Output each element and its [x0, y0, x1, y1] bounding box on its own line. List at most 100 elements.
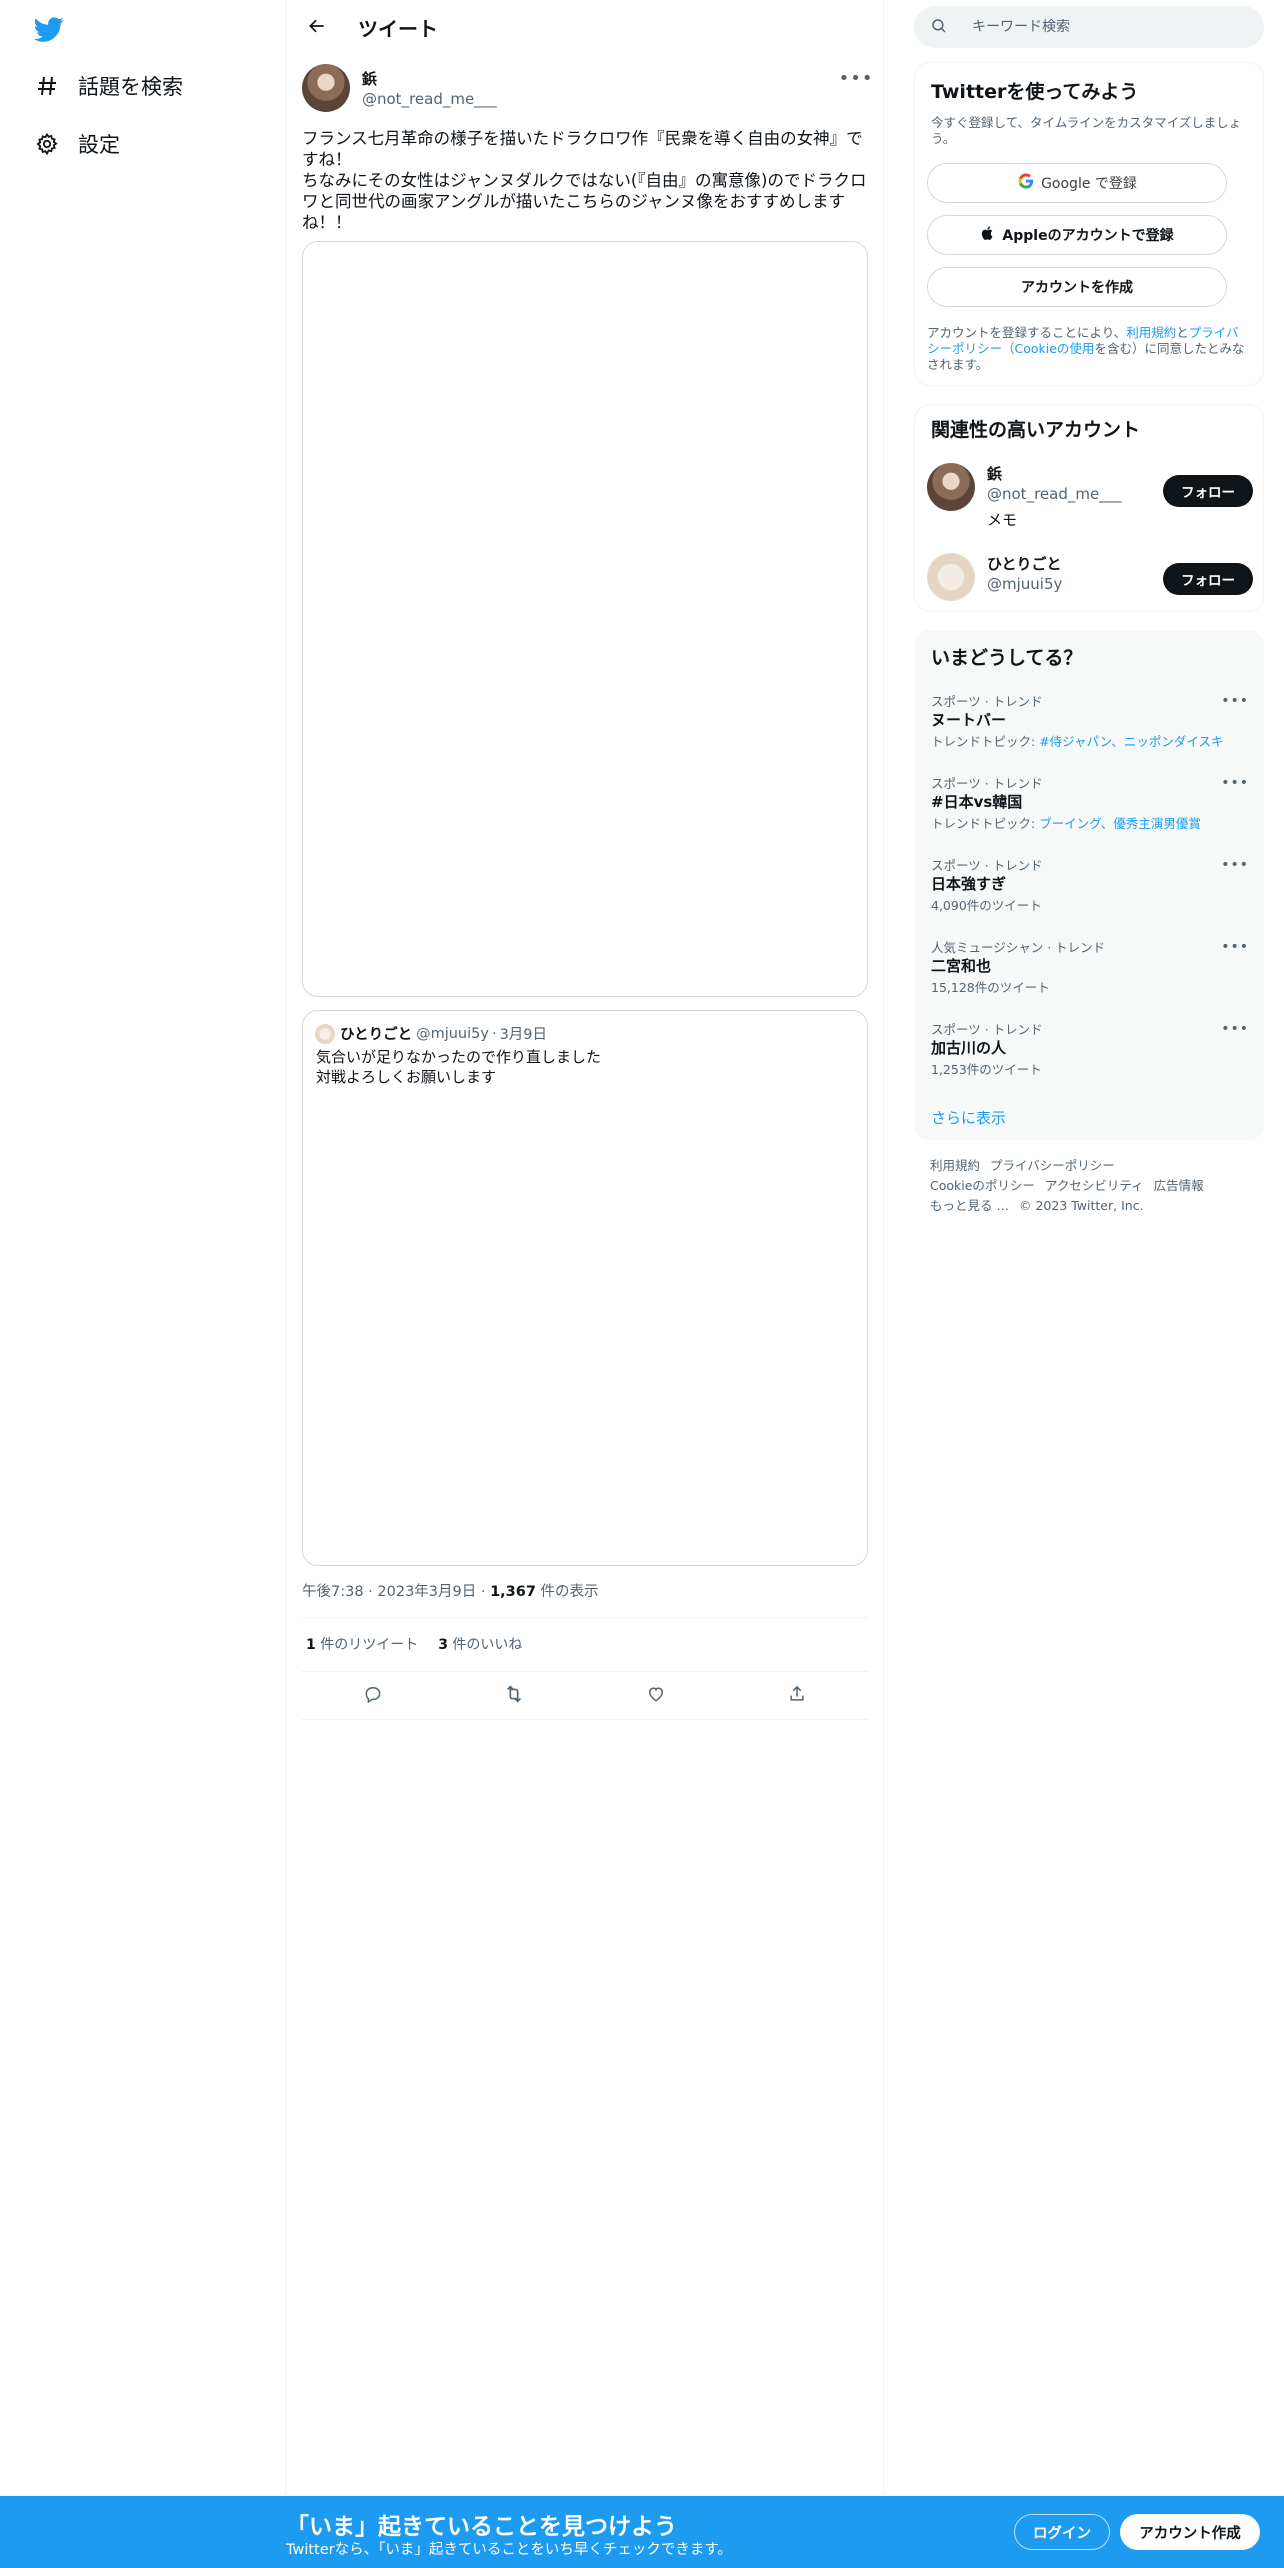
google-signup-button[interactable]: Google で登録 [927, 163, 1227, 203]
retweets-stat[interactable]: 1 件のリツイート [306, 1634, 418, 1654]
trend-topics-links[interactable]: #侍ジャパン、ニッポンダイスキ [1039, 734, 1223, 749]
separator-dot: · [491, 1025, 497, 1042]
share-icon [787, 1684, 807, 1708]
ellipsis-icon: ••• [1221, 857, 1249, 873]
account-name[interactable]: 鋲 [987, 463, 1002, 484]
tweet-stats: 1 件のリツイート 3 件のいいね [306, 1634, 522, 1654]
trend-more-button[interactable]: ••• [1221, 775, 1249, 791]
author-name[interactable]: 鋲 [362, 68, 377, 89]
trend-name: 加古川の人 [931, 1039, 1007, 1057]
trend-item[interactable]: スポーツ · トレンド 加古川の人 1,253件のツイート ••• [931, 1019, 1249, 1091]
tweet-meta: 午後7:38 · 2023年3月9日 · 1,367 件の表示 [302, 1580, 599, 1601]
terms-link[interactable]: 利用規約 [1126, 325, 1176, 340]
tweet-time[interactable]: 午後7:38 [302, 1584, 364, 1600]
ellipsis-icon: ••• [1221, 1021, 1249, 1037]
login-button[interactable]: ログイン [1014, 2514, 1110, 2550]
ellipsis-icon: ••• [1221, 939, 1249, 955]
avatar[interactable] [927, 553, 975, 601]
ellipsis-icon: ••• [1221, 693, 1249, 709]
trend-topics: トレンドトピック: ブーイング、優秀主演男優賞 [931, 813, 1201, 832]
trend-more-button[interactable]: ••• [1221, 857, 1249, 873]
trend-item[interactable]: スポーツ · トレンド 日本強すぎ 4,090件のツイート ••• [931, 855, 1249, 927]
like-button[interactable] [639, 1679, 673, 1713]
likes-stat[interactable]: 3 件のいいね [438, 1634, 522, 1654]
nav-explore[interactable]: 話題を検索 [30, 62, 183, 110]
tweet-date[interactable]: 2023年3月9日 [377, 1584, 476, 1600]
reply-button[interactable] [356, 1679, 390, 1713]
apple-icon [980, 225, 1002, 245]
retweet-button[interactable] [497, 1679, 531, 1713]
search-bar[interactable] [914, 6, 1264, 48]
account-handle[interactable]: @not_read_me___ [987, 485, 1122, 503]
apple-signup-label: Appleのアカウントで登録 [1002, 228, 1174, 244]
share-button[interactable] [780, 1679, 814, 1713]
footer-link[interactable]: プライバシーポリシー [990, 1158, 1115, 1173]
arrow-left-icon [307, 16, 327, 40]
apple-signup-button[interactable]: Appleのアカウントで登録 [927, 215, 1227, 255]
trend-more-button[interactable]: ••• [1221, 939, 1249, 955]
signup-button[interactable]: アカウント作成 [1120, 2514, 1260, 2550]
divider [302, 1617, 868, 1618]
bottom-banner: 「いま」起きていることを見つけよう Twitterなら、「いま」起きていることを… [0, 2496, 1284, 2568]
more-options-button[interactable]: ••• [839, 66, 873, 90]
follow-button[interactable]: フォロー [1163, 563, 1253, 595]
trend-item[interactable]: 人気ミュージシャン · トレンド 二宮和也 15,128件のツイート ••• [931, 937, 1249, 1009]
trend-item[interactable]: スポーツ · トレンド #日本vs韓国 トレンドトピック: ブーイング、優秀主演… [931, 773, 1249, 845]
trend-category: スポーツ · トレンド [931, 776, 1043, 791]
trend-topics-prefix: トレンドトピック: [931, 734, 1040, 749]
footer-link[interactable]: アクセシビリティ [1045, 1178, 1144, 1193]
tweet-media[interactable] [302, 241, 868, 997]
related-account[interactable]: ひとりごと @mjuui5y フォロー [927, 553, 1253, 625]
google-signup-label: Google で登録 [1041, 176, 1137, 192]
footer-link[interactable]: 広告情報 [1154, 1178, 1204, 1193]
signup-card-subtitle: 今すぐ登録して、タイムラインをカスタマイズしましょう。 [931, 115, 1242, 146]
search-input[interactable] [972, 19, 1232, 35]
show-more-link[interactable]: さらに表示 [931, 1107, 1006, 1128]
main-column: ツイート 鋲 @not_read_me___ ••• フランス七月革命の様子を描… [286, 0, 884, 2496]
trend-more-button[interactable]: ••• [1221, 693, 1249, 709]
trend-item[interactable]: スポーツ · トレンド ヌートバー トレンドトピック: #侍ジャパン、ニッポンダ… [931, 691, 1249, 763]
footer-link[interactable]: 利用規約 [930, 1158, 980, 1173]
ellipsis-icon: ••• [838, 67, 874, 89]
quoted-tweet[interactable]: ひとりごと @mjuui5y · 3月9日 気合いが足りなかったので作り直しまし… [302, 1010, 868, 1566]
account-handle[interactable]: @mjuui5y [987, 575, 1062, 593]
views-count: 1,367 [490, 1584, 536, 1600]
account-bio: メモ [987, 511, 1018, 529]
back-button[interactable] [300, 11, 334, 45]
twitter-logo-icon[interactable] [32, 14, 66, 44]
footer-link[interactable]: もっと見る … [930, 1198, 1009, 1213]
nav-explore-label: 話題を検索 [78, 75, 183, 99]
trend-more-button[interactable]: ••• [1221, 1021, 1249, 1037]
trend-name: 日本強すぎ [931, 875, 1007, 893]
create-account-button[interactable]: アカウントを作成 [927, 267, 1227, 307]
create-account-label: アカウントを作成 [1021, 280, 1133, 296]
avatar[interactable] [927, 463, 975, 511]
nav-settings[interactable]: 設定 [30, 120, 120, 168]
avatar[interactable] [302, 64, 350, 112]
quoted-date: 3月9日 [499, 1027, 548, 1043]
page-title: ツイート [358, 17, 438, 41]
tweet-author: 鋲 @not_read_me___ ••• [302, 62, 873, 118]
author-handle[interactable]: @not_read_me___ [362, 90, 497, 108]
footer-link[interactable]: Cookieのポリシー [930, 1178, 1035, 1193]
header: ツイート [286, 0, 884, 54]
related-accounts-title: 関連性の高いアカウント [931, 419, 1141, 441]
tweet-text: フランス七月革命の様子を描いたドラクロワ作『民衆を導く自由の女神』ですね！ ちな… [302, 129, 867, 232]
trend-category: 人気ミュージシャン · トレンド [931, 940, 1106, 955]
retweets-count: 1 [306, 1637, 316, 1653]
follow-button[interactable]: フォロー [1163, 475, 1253, 507]
trend-category: スポーツ · トレンド [931, 1022, 1043, 1037]
banner-title: 「いま」起きていることを見つけよう [286, 2514, 677, 2540]
trend-count: 1,253件のツイート [931, 1062, 1042, 1077]
related-account[interactable]: 鋲 @not_read_me___ メモ フォロー [927, 463, 1253, 535]
gear-icon [30, 127, 64, 161]
terms-prefix: アカウントを登録することにより、 [927, 325, 1127, 340]
terms-text: アカウントを登録することにより、利用規約とプライバシーポリシー（Cookieの使… [927, 325, 1245, 373]
trend-name: ヌートバー [931, 711, 1007, 729]
account-name[interactable]: ひとりごと [987, 553, 1062, 574]
trend-topics-links[interactable]: ブーイング、優秀主演男優賞 [1039, 816, 1201, 831]
hashtag-icon [30, 69, 64, 103]
copyright: © 2023 Twitter, Inc. [1018, 1198, 1144, 1213]
trends-card: いまどうしてる？ スポーツ · トレンド ヌートバー トレンドトピック: #侍ジ… [914, 630, 1264, 1140]
footer-links: 利用規約 プライバシーポリシー Cookieのポリシー アクセシビリティ 広告情報 も… [930, 1156, 1250, 1216]
